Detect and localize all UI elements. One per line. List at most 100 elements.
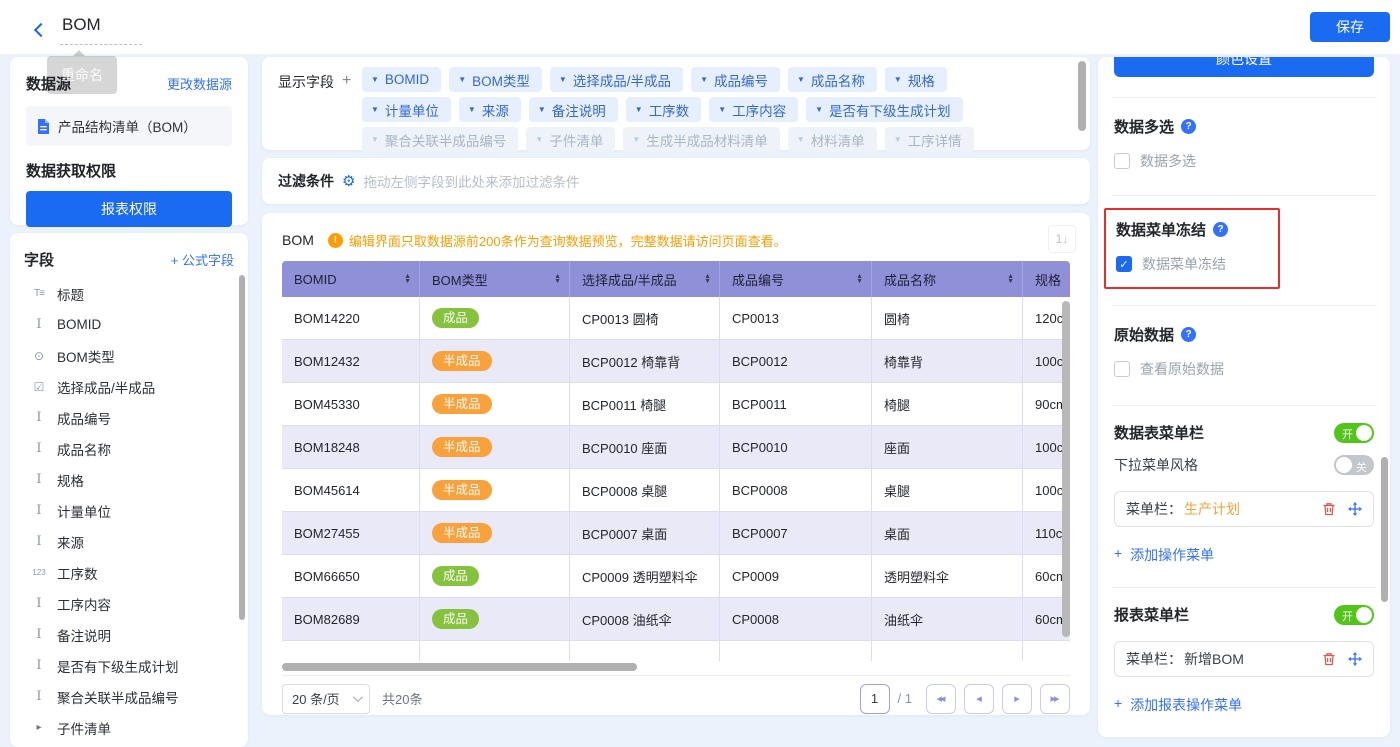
back-button[interactable] [30,20,52,42]
move-icon[interactable] [1348,502,1362,516]
last-page-button[interactable]: ▸▸ [1040,684,1070,714]
display-field-chip[interactable]: ▼备注说明 [529,97,618,122]
table-horizontal-scrollbar[interactable] [282,663,1070,671]
sort-arrows-icon[interactable]: ▲▼ [856,274,863,284]
chip-label: 成品名称 [811,70,865,90]
field-item[interactable]: I成品名称 [24,433,234,464]
display-field-chip[interactable]: ▼工序内容 [709,97,798,122]
display-field-chip[interactable]: ▼计量单位 [362,97,451,122]
report-permission-button[interactable]: 报表权限 [26,191,232,227]
table-row[interactable]: BOM66650成品CP0009 透明塑料伞CP0009透明塑料伞60cm*6 [282,555,1070,598]
table-row[interactable]: BOM82689成品CP0008 油纸伞CP0008油纸伞60cm*6 [282,598,1070,641]
color-settings-button[interactable]: 颜色设置 [1114,57,1374,77]
table-row[interactable]: BOM45330半成品BCP0011 椅腿BCP0011椅腿90cm*9 [282,383,1070,426]
field-item[interactable]: ☑选择成品/半成品 [24,371,234,402]
raw-data-checkbox-row[interactable]: 查看原始数据 [1114,359,1374,379]
table-vertical-scrollbar[interactable] [1062,301,1070,637]
field-item[interactable]: I来源 [24,526,234,557]
table-row[interactable]: BOM12432半成品BCP0012 椅靠背BCP0012椅靠背100cm* [282,340,1070,383]
fields-title: 字段 [24,249,54,270]
field-item[interactable]: I是否有下级生成计划 [24,650,234,681]
column-header[interactable]: 成品名称▲▼ [872,261,1023,297]
field-item[interactable]: I聚合关联半成品编号 [24,681,234,712]
display-field-chip: ▼工序详情 [885,127,974,152]
datasource-panel: 数据源 更改数据源 产品结构清单（BOM） 数据获取权限 报表权限 [10,57,248,225]
column-header[interactable]: 选择成品/半成品▲▼ [570,261,720,297]
field-item[interactable]: I备注说明 [24,619,234,650]
numeric-sort-icon[interactable]: 1↓ [1048,225,1076,253]
change-datasource-link[interactable]: 更改数据源 [167,74,232,93]
field-item[interactable]: 123工序数 [24,557,234,588]
sort-arrows-icon[interactable]: ▲▼ [704,274,711,284]
chevron-down-icon: ▼ [815,105,823,114]
column-header[interactable]: BOMID▲▼ [282,261,420,297]
column-header[interactable]: 成品编号▲▼ [720,261,872,297]
table-row[interactable]: BOM45614半成品BCP0008 桌腿BCP0008桌腿100cm* [282,469,1070,512]
page-number-input[interactable]: 1 [860,684,890,714]
sort-arrows-icon[interactable]: ▲▼ [554,274,561,284]
field-item[interactable]: IBOMID [24,309,234,340]
freeze-checkbox-row[interactable]: ✓ 数据菜单冻结 [1116,254,1258,274]
checkbox-checked-icon[interactable]: ✓ [1116,256,1132,272]
column-header[interactable]: 规格 [1023,261,1070,297]
column-header[interactable]: BOM类型▲▼ [420,261,570,297]
display-field-chip[interactable]: ▼BOMID [362,67,441,92]
field-item[interactable]: I成品编号 [24,402,234,433]
multi-select-checkbox-row[interactable]: 数据多选 [1114,151,1374,171]
chip-label: 选择成品/半成品 [573,70,671,90]
sort-arrows-icon[interactable]: ▲▼ [1007,274,1014,284]
display-field-chip[interactable]: ▼成品编号 [691,67,780,92]
checkbox-unchecked-icon[interactable] [1114,361,1130,377]
field-item[interactable]: I计量单位 [24,495,234,526]
settings-scrollbar[interactable] [1381,457,1388,602]
datasource-item[interactable]: 产品结构清单（BOM） [26,106,232,146]
report-menu-toggle[interactable]: 开 [1334,605,1374,625]
chevron-down-icon: ▼ [535,135,543,144]
save-button[interactable]: 保存 [1310,12,1390,42]
display-field-chip[interactable]: ▼BOM类型 [449,67,542,92]
page-size-select[interactable]: 20 条/页 [282,684,370,714]
field-item[interactable]: I规格 [24,464,234,495]
prev-page-button[interactable]: ◂ [964,684,994,714]
help-icon[interactable]: ? [1181,327,1196,342]
table-row[interactable]: BOM18248半成品BCP0010 座面BCP0010座面100cm* [282,426,1070,469]
next-page-button[interactable]: ▸ [1002,684,1032,714]
table-menu-toggle[interactable]: 开 [1334,423,1374,443]
filter-gear-icon[interactable]: ⚙ [342,174,355,189]
display-fields-scrollbar[interactable] [1078,61,1086,131]
display-field-chip[interactable]: ▼选择成品/半成品 [550,67,683,92]
table-cell: CP0013 圆椅 [570,297,720,339]
fields-scrollbar[interactable] [239,275,245,620]
field-item[interactable]: T≡标题 [24,278,234,309]
chip-row: ▼BOMID ▼BOM类型 ▼选择成品/半成品 ▼成品编号 ▼成品名称 ▼规格 [362,67,1074,92]
expand-field-icon: ▸ [30,722,48,733]
delete-icon[interactable] [1322,652,1336,666]
display-field-chip[interactable]: ▼规格 [885,67,947,92]
display-field-chip[interactable]: ▼是否有下级生成计划 [806,97,962,122]
display-field-chip[interactable]: ▼工序数 [626,97,701,122]
add-report-menu-link[interactable]: +添加报表操作菜单 [1114,695,1374,715]
table-row[interactable]: BOM27455半成品BCP0007 桌面BCP0007桌面110cm* [282,512,1070,555]
move-icon[interactable] [1348,652,1362,666]
dropdown-style-toggle[interactable]: 关 [1334,455,1374,475]
help-icon[interactable]: ? [1213,222,1228,237]
display-field-chip[interactable]: ▼来源 [459,97,521,122]
field-item[interactable]: ⊙BOM类型 [24,340,234,371]
field-item[interactable]: I工序内容 [24,588,234,619]
table-menu-item[interactable]: 菜单栏： 生产计划 [1114,491,1374,527]
table-cell: 圆椅 [872,297,1023,339]
table-cell: CP0013 [720,297,872,339]
first-page-button[interactable]: ◂◂ [926,684,956,714]
delete-icon[interactable] [1322,502,1336,516]
table-row[interactable]: BOM14220成品CP0013 圆椅CP0013圆椅120cm* [282,297,1070,340]
add-action-menu-link[interactable]: +添加操作菜单 [1114,545,1374,565]
report-menu-item[interactable]: 菜单栏： 新增BOM [1114,641,1374,677]
checkbox-unchecked-icon[interactable] [1114,153,1130,169]
sort-arrows-icon[interactable]: ▲▼ [404,274,411,284]
add-formula-field-link[interactable]: + 公式字段 [171,250,234,269]
add-display-field-button[interactable]: + [342,72,351,157]
field-item[interactable]: ▸子件清单 [24,712,234,743]
chip-label: 工序详情 [908,130,962,150]
help-icon[interactable]: ? [1181,119,1196,134]
display-field-chip[interactable]: ▼成品名称 [788,67,877,92]
